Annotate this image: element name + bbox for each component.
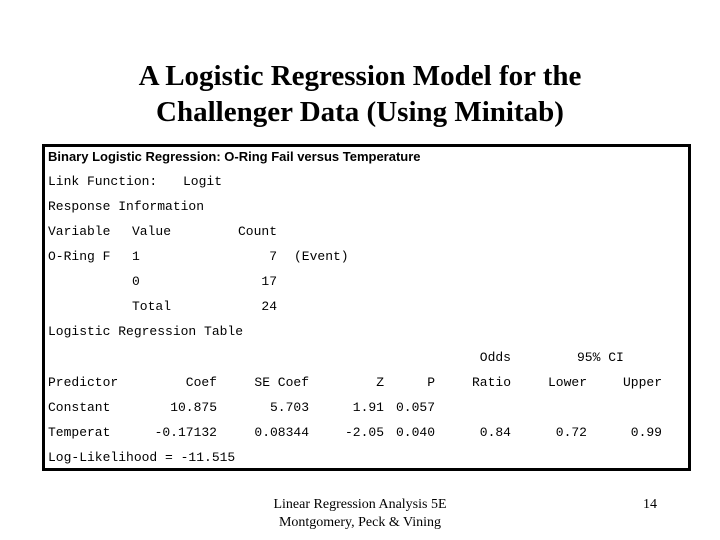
- col-predictor: Predictor: [48, 375, 119, 390]
- col-coef: Coef: [185, 375, 217, 390]
- cell-predictor: Constant: [48, 400, 111, 415]
- col-se-coef: SE Coef: [254, 375, 309, 390]
- cell-upper: 0.99: [630, 425, 662, 440]
- regression-table-title: Logistic Regression Table: [48, 324, 244, 339]
- slide-title-line-2: Challenger Data (Using Minitab): [156, 96, 564, 128]
- response-col-variable: Variable: [48, 224, 111, 239]
- response-col-value: Value: [132, 224, 172, 239]
- response-row-value: 0: [132, 274, 140, 289]
- cell-lower: 0.72: [555, 425, 587, 440]
- response-row-count: 24: [261, 299, 277, 314]
- col-ratio: Ratio: [471, 375, 511, 390]
- response-row-value: Total: [132, 299, 172, 314]
- page-number: 14: [643, 497, 657, 512]
- col-lower: Lower: [547, 375, 587, 390]
- col-p: P: [427, 375, 435, 390]
- log-likelihood: Log-Likelihood = -11.515: [48, 450, 236, 465]
- slide-footer: Linear Regression Analysis 5E Montgomery…: [240, 496, 480, 532]
- cell-coef: 10.875: [170, 400, 217, 415]
- cell-ratio: 0.84: [479, 425, 511, 440]
- col-upper: Upper: [622, 375, 662, 390]
- response-row-value: 1: [132, 249, 140, 264]
- link-function-value: Logit: [183, 174, 223, 189]
- response-row-count: 7: [269, 249, 277, 264]
- cell-predictor: Temperat: [48, 425, 111, 440]
- footer-authors: Montgomery, Peck & Vining: [278, 515, 442, 530]
- cell-z: 1.91: [352, 400, 384, 415]
- slide-title-line-1: A Logistic Regression Model for the: [138, 60, 582, 92]
- minitab-output-panel: Binary Logistic Regression: O-Ring Fail …: [42, 144, 691, 471]
- link-function-label: Link Function:: [48, 174, 158, 189]
- cell-z: -2.05: [344, 425, 384, 440]
- group-header-odds: Odds: [479, 350, 511, 365]
- footer-book-title: Linear Regression Analysis 5E: [273, 497, 447, 512]
- response-col-count: Count: [237, 224, 277, 239]
- output-header: Binary Logistic Regression: O-Ring Fail …: [48, 149, 421, 164]
- cell-p: 0.040: [395, 425, 435, 440]
- response-row-count: 17: [261, 274, 277, 289]
- cell-se-coef: 5.703: [269, 400, 309, 415]
- cell-coef: -0.17132: [154, 425, 217, 440]
- cell-p: 0.057: [395, 400, 435, 415]
- group-header-ci: 95% CI: [577, 350, 624, 365]
- response-information-title: Response Information: [48, 199, 205, 214]
- response-row-note: (Event): [294, 249, 349, 264]
- col-z: Z: [376, 375, 384, 390]
- cell-se-coef: 0.08344: [254, 425, 309, 440]
- response-row-variable: O-Ring F: [48, 249, 111, 264]
- slide-title: A Logistic Regression Model for the Chal…: [0, 58, 720, 130]
